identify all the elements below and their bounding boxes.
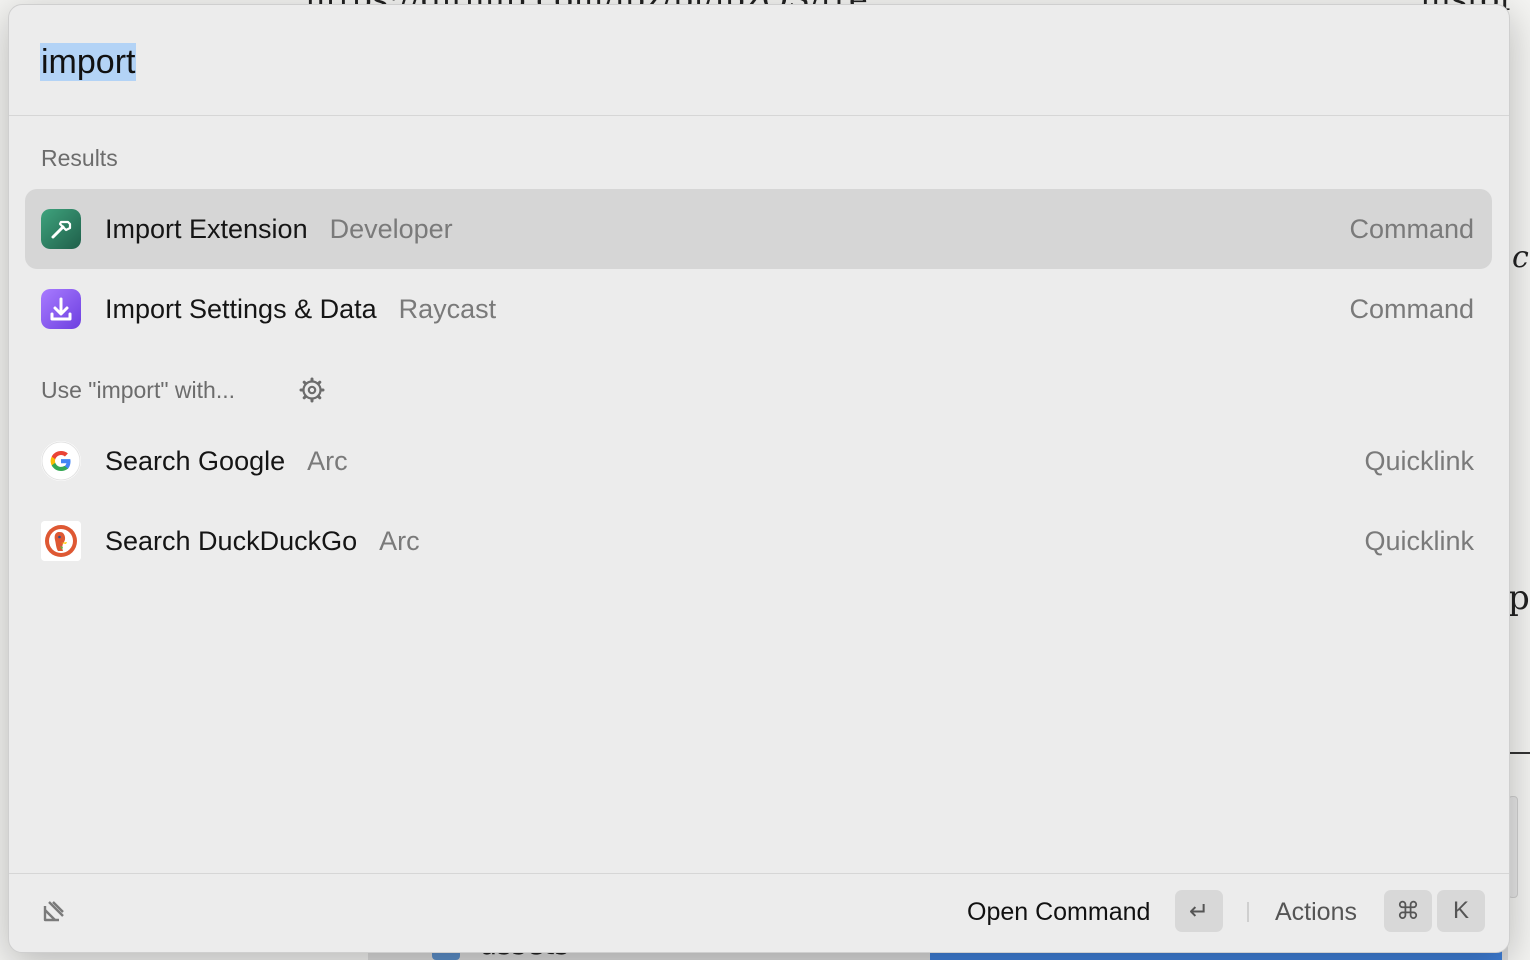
result-subtitle: Arc <box>379 526 420 556</box>
result-title: Search Google Arc <box>105 445 348 477</box>
result-title-text: Search Google <box>105 446 286 476</box>
background-glyph: p <box>1508 578 1530 618</box>
results-section-label: Results <box>41 145 118 171</box>
search-bar[interactable]: import <box>9 5 1509 116</box>
hammer-icon <box>41 209 81 249</box>
result-type-label: Command <box>1349 294 1474 324</box>
result-type-label: Quicklink <box>1364 526 1474 556</box>
result-item-import-settings[interactable]: Import Settings & Data Raycast Command <box>25 269 1492 349</box>
footer-divider <box>1247 902 1249 922</box>
background-glyph: c <box>1512 240 1529 275</box>
actions-button[interactable]: Actions <box>1275 898 1357 927</box>
enter-key-badge: ↵ <box>1175 890 1223 932</box>
duckduckgo-icon <box>41 521 81 561</box>
result-subtitle: Arc <box>307 446 348 476</box>
result-item-import-extension[interactable]: Import Extension Developer Command <box>25 189 1492 269</box>
fallback-item-duckduckgo[interactable]: Search DuckDuckGo Arc Quicklink <box>25 501 1492 581</box>
k-key-badge: K <box>1437 890 1485 932</box>
result-title-text: Import Extension <box>105 214 308 244</box>
result-title: Import Settings & Data Raycast <box>105 293 496 325</box>
google-icon <box>41 441 81 481</box>
raycast-logo-icon <box>35 894 71 930</box>
result-title: Search DuckDuckGo Arc <box>105 525 420 557</box>
launcher-window: import Results Import Extension Developer… <box>8 4 1510 953</box>
result-subtitle: Raycast <box>398 294 497 324</box>
download-icon <box>41 289 81 329</box>
result-type-label: Command <box>1349 214 1474 244</box>
fallback-section-label: Use "import" with... <box>41 377 235 403</box>
footer-bar: Open Command ↵ Actions ⌘ K <box>9 873 1509 952</box>
result-title-text: Import Settings & Data <box>105 294 377 324</box>
result-type-label: Quicklink <box>1364 446 1474 476</box>
background-divider <box>1508 752 1530 754</box>
search-input[interactable]: import <box>40 41 137 83</box>
result-title: Import Extension Developer <box>105 213 453 245</box>
gear-icon[interactable] <box>299 377 325 403</box>
search-query-selected: import <box>40 43 137 81</box>
result-subtitle: Developer <box>329 214 453 244</box>
command-key-badge: ⌘ <box>1384 890 1432 932</box>
open-command-button[interactable]: Open Command <box>967 898 1150 927</box>
fallback-item-google[interactable]: Search Google Arc Quicklink <box>25 421 1492 501</box>
result-title-text: Search DuckDuckGo <box>105 526 358 556</box>
